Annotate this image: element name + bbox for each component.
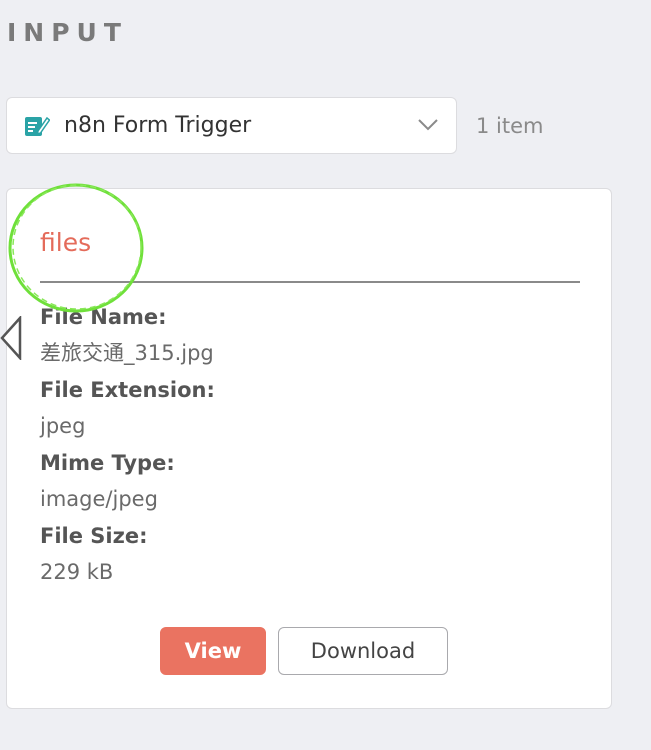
mime-type-label: Mime Type: xyxy=(40,451,175,475)
file-size-label: File Size: xyxy=(40,524,148,548)
mime-type-value: image/jpeg xyxy=(40,487,158,511)
card-divider xyxy=(40,281,580,283)
download-button[interactable]: Download xyxy=(278,627,448,675)
files-card: files File Name: 差旅交通_315.jpg File Exten… xyxy=(6,188,612,709)
form-trigger-icon xyxy=(25,116,50,136)
collapse-arrow-icon[interactable] xyxy=(0,316,22,360)
file-name-value: 差旅交通_315.jpg xyxy=(40,341,214,365)
file-size-value: 229 kB xyxy=(40,560,114,584)
view-button[interactable]: View xyxy=(160,627,266,675)
chevron-down-icon xyxy=(418,119,438,131)
file-name-label: File Name: xyxy=(40,305,167,329)
card-title: files xyxy=(40,228,92,257)
node-selector-dropdown[interactable]: n8n Form Trigger xyxy=(6,97,457,154)
file-extension-value: jpeg xyxy=(40,414,86,438)
file-extension-label: File Extension: xyxy=(40,378,215,402)
section-title: INPUT xyxy=(7,18,128,47)
item-count: 1 item xyxy=(476,114,544,138)
node-selector-label: n8n Form Trigger xyxy=(64,113,252,138)
